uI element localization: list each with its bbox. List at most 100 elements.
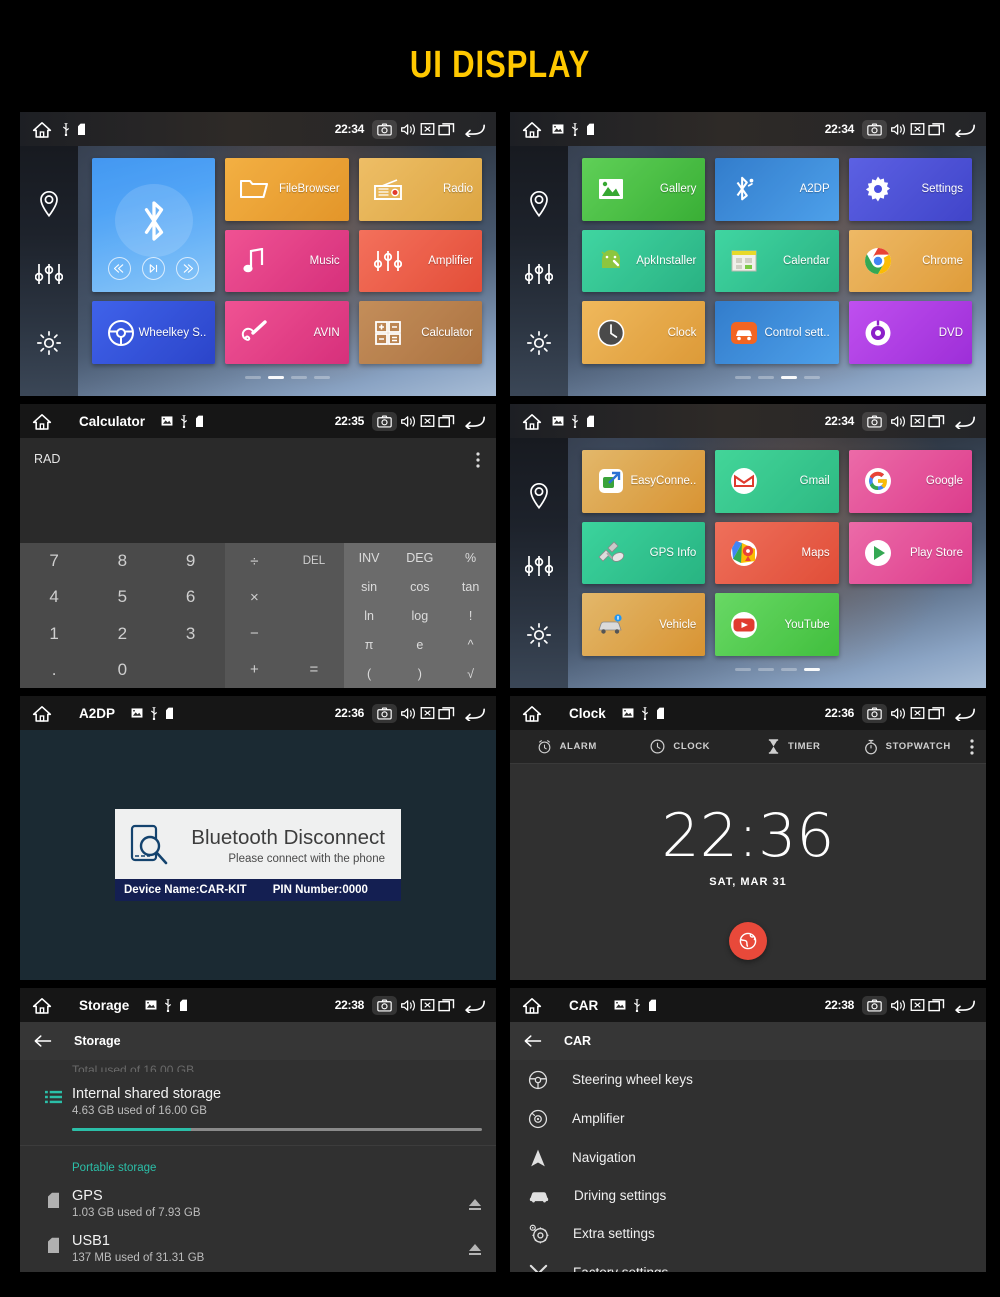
camera-icon[interactable]	[372, 995, 397, 1015]
tab-timer[interactable]: TIMER	[737, 739, 851, 754]
calc-key[interactable]: −	[225, 616, 285, 652]
tile-maps[interactable]: Maps	[715, 521, 839, 585]
page-dot[interactable]	[803, 376, 820, 379]
home-icon[interactable]	[522, 997, 542, 1014]
tile-gallery[interactable]: Gallery	[582, 158, 706, 221]
calc-key[interactable]: 6	[156, 579, 224, 615]
page-dot[interactable]	[290, 376, 307, 379]
close-box-icon[interactable]	[420, 998, 435, 1012]
tile-clock[interactable]: Clock	[582, 301, 706, 364]
calc-key[interactable]: .	[20, 652, 88, 688]
calc-key[interactable]: cos	[394, 572, 445, 601]
calc-key[interactable]: (	[344, 659, 395, 688]
tile-easyconnect[interactable]: EasyConne..	[582, 450, 706, 513]
home-icon[interactable]	[32, 413, 52, 430]
calc-key[interactable]: π	[344, 630, 395, 659]
calc-key[interactable]: 5	[88, 579, 156, 615]
home-icon[interactable]	[32, 121, 52, 138]
close-box-icon[interactable]	[420, 706, 435, 720]
tile-playstore[interactable]: Play Store	[848, 521, 972, 585]
car-item-driving-settings[interactable]: Driving settings	[510, 1177, 986, 1213]
close-box-icon[interactable]	[910, 998, 925, 1012]
tile-settings[interactable]: Settings	[848, 158, 972, 221]
recents-icon[interactable]	[438, 122, 455, 136]
back-arrow-icon[interactable]	[464, 122, 486, 137]
calc-key[interactable]: +	[225, 652, 285, 688]
home-icon[interactable]	[522, 121, 542, 138]
play-pause-icon[interactable]	[142, 257, 166, 281]
calc-key[interactable]: 0	[88, 652, 156, 688]
arrow-back-icon[interactable]	[524, 1034, 542, 1048]
calc-key[interactable]: e	[394, 630, 445, 659]
calc-key[interactable]: !	[445, 601, 496, 630]
tile-music[interactable]: Music	[225, 229, 349, 293]
calc-key[interactable]: 4	[20, 579, 88, 615]
tile-gpsinfo[interactable]: GPS Info	[582, 521, 706, 585]
calc-key[interactable]: log	[394, 601, 445, 630]
tile-youtube[interactable]: YouTube	[715, 593, 839, 656]
camera-icon[interactable]	[862, 411, 887, 431]
volume-icon[interactable]	[890, 998, 907, 1013]
eject-icon[interactable]	[468, 1188, 482, 1211]
location-pin-icon[interactable]	[37, 190, 61, 218]
page-dot[interactable]	[803, 668, 820, 671]
tile-amplifier[interactable]: Amplifier	[358, 229, 482, 293]
storage-portable-row[interactable]: GPS 1.03 GB used of 7.93 GB	[20, 1174, 496, 1219]
close-box-icon[interactable]	[910, 414, 925, 428]
page-dot[interactable]	[244, 376, 261, 379]
gear-icon[interactable]	[526, 330, 552, 356]
calc-key[interactable]: tan	[445, 572, 496, 601]
calc-key[interactable]: ×	[225, 579, 285, 615]
tile-avin[interactable]: AVIN	[225, 301, 349, 364]
storage-internal-row[interactable]: Internal shared storage 4.63 GB used of …	[20, 1072, 496, 1131]
prev-icon[interactable]	[108, 257, 132, 281]
bluetooth-widget[interactable]	[92, 158, 216, 293]
camera-icon[interactable]	[372, 411, 397, 431]
page-indicator[interactable]	[92, 376, 482, 379]
page-dot[interactable]	[267, 376, 284, 379]
back-arrow-icon[interactable]	[464, 414, 486, 429]
page-indicator[interactable]	[582, 376, 972, 379]
calc-key[interactable]: DEG	[394, 543, 445, 572]
calc-key[interactable]: √	[445, 659, 496, 688]
volume-icon[interactable]	[890, 414, 907, 429]
calc-key[interactable]: ln	[344, 601, 395, 630]
calc-key-del[interactable]: DEL	[284, 543, 344, 579]
page-dot[interactable]	[780, 376, 797, 379]
page-dot[interactable]	[780, 668, 797, 671]
calc-key[interactable]	[284, 616, 344, 652]
add-city-fab[interactable]	[729, 922, 767, 960]
tile-chrome[interactable]: Chrome	[848, 229, 972, 293]
camera-icon[interactable]	[372, 119, 397, 139]
arrow-back-icon[interactable]	[34, 1034, 52, 1048]
tile-apkinstaller[interactable]: ApkInstaller	[582, 229, 706, 293]
calc-key[interactable]: ^	[445, 630, 496, 659]
volume-icon[interactable]	[400, 122, 417, 137]
close-box-icon[interactable]	[910, 122, 925, 136]
close-box-icon[interactable]	[420, 122, 435, 136]
gear-icon[interactable]	[36, 330, 62, 356]
volume-icon[interactable]	[890, 706, 907, 721]
tile-dvd[interactable]: DVD	[848, 301, 972, 364]
home-icon[interactable]	[32, 997, 52, 1014]
back-arrow-icon[interactable]	[954, 414, 976, 429]
location-pin-icon[interactable]	[527, 482, 551, 510]
volume-icon[interactable]	[400, 414, 417, 429]
close-box-icon[interactable]	[910, 706, 925, 720]
recents-icon[interactable]	[928, 122, 945, 136]
volume-icon[interactable]	[890, 122, 907, 137]
page-dot[interactable]	[734, 376, 751, 379]
camera-icon[interactable]	[862, 119, 887, 139]
page-indicator[interactable]	[582, 668, 972, 671]
car-item-factory-settings[interactable]: Factory settings	[510, 1253, 986, 1272]
camera-icon[interactable]	[372, 703, 397, 723]
tile-control-settings[interactable]: Control sett..	[715, 301, 839, 364]
equalizer-icon[interactable]	[525, 554, 553, 578]
kebab-menu-icon[interactable]	[476, 452, 480, 468]
tile-a2dp[interactable]: A2DP	[715, 158, 839, 221]
next-icon[interactable]	[176, 257, 200, 281]
gear-icon[interactable]	[526, 622, 552, 648]
recents-icon[interactable]	[928, 414, 945, 428]
camera-icon[interactable]	[862, 995, 887, 1015]
tile-radio[interactable]: Radio	[358, 158, 482, 221]
